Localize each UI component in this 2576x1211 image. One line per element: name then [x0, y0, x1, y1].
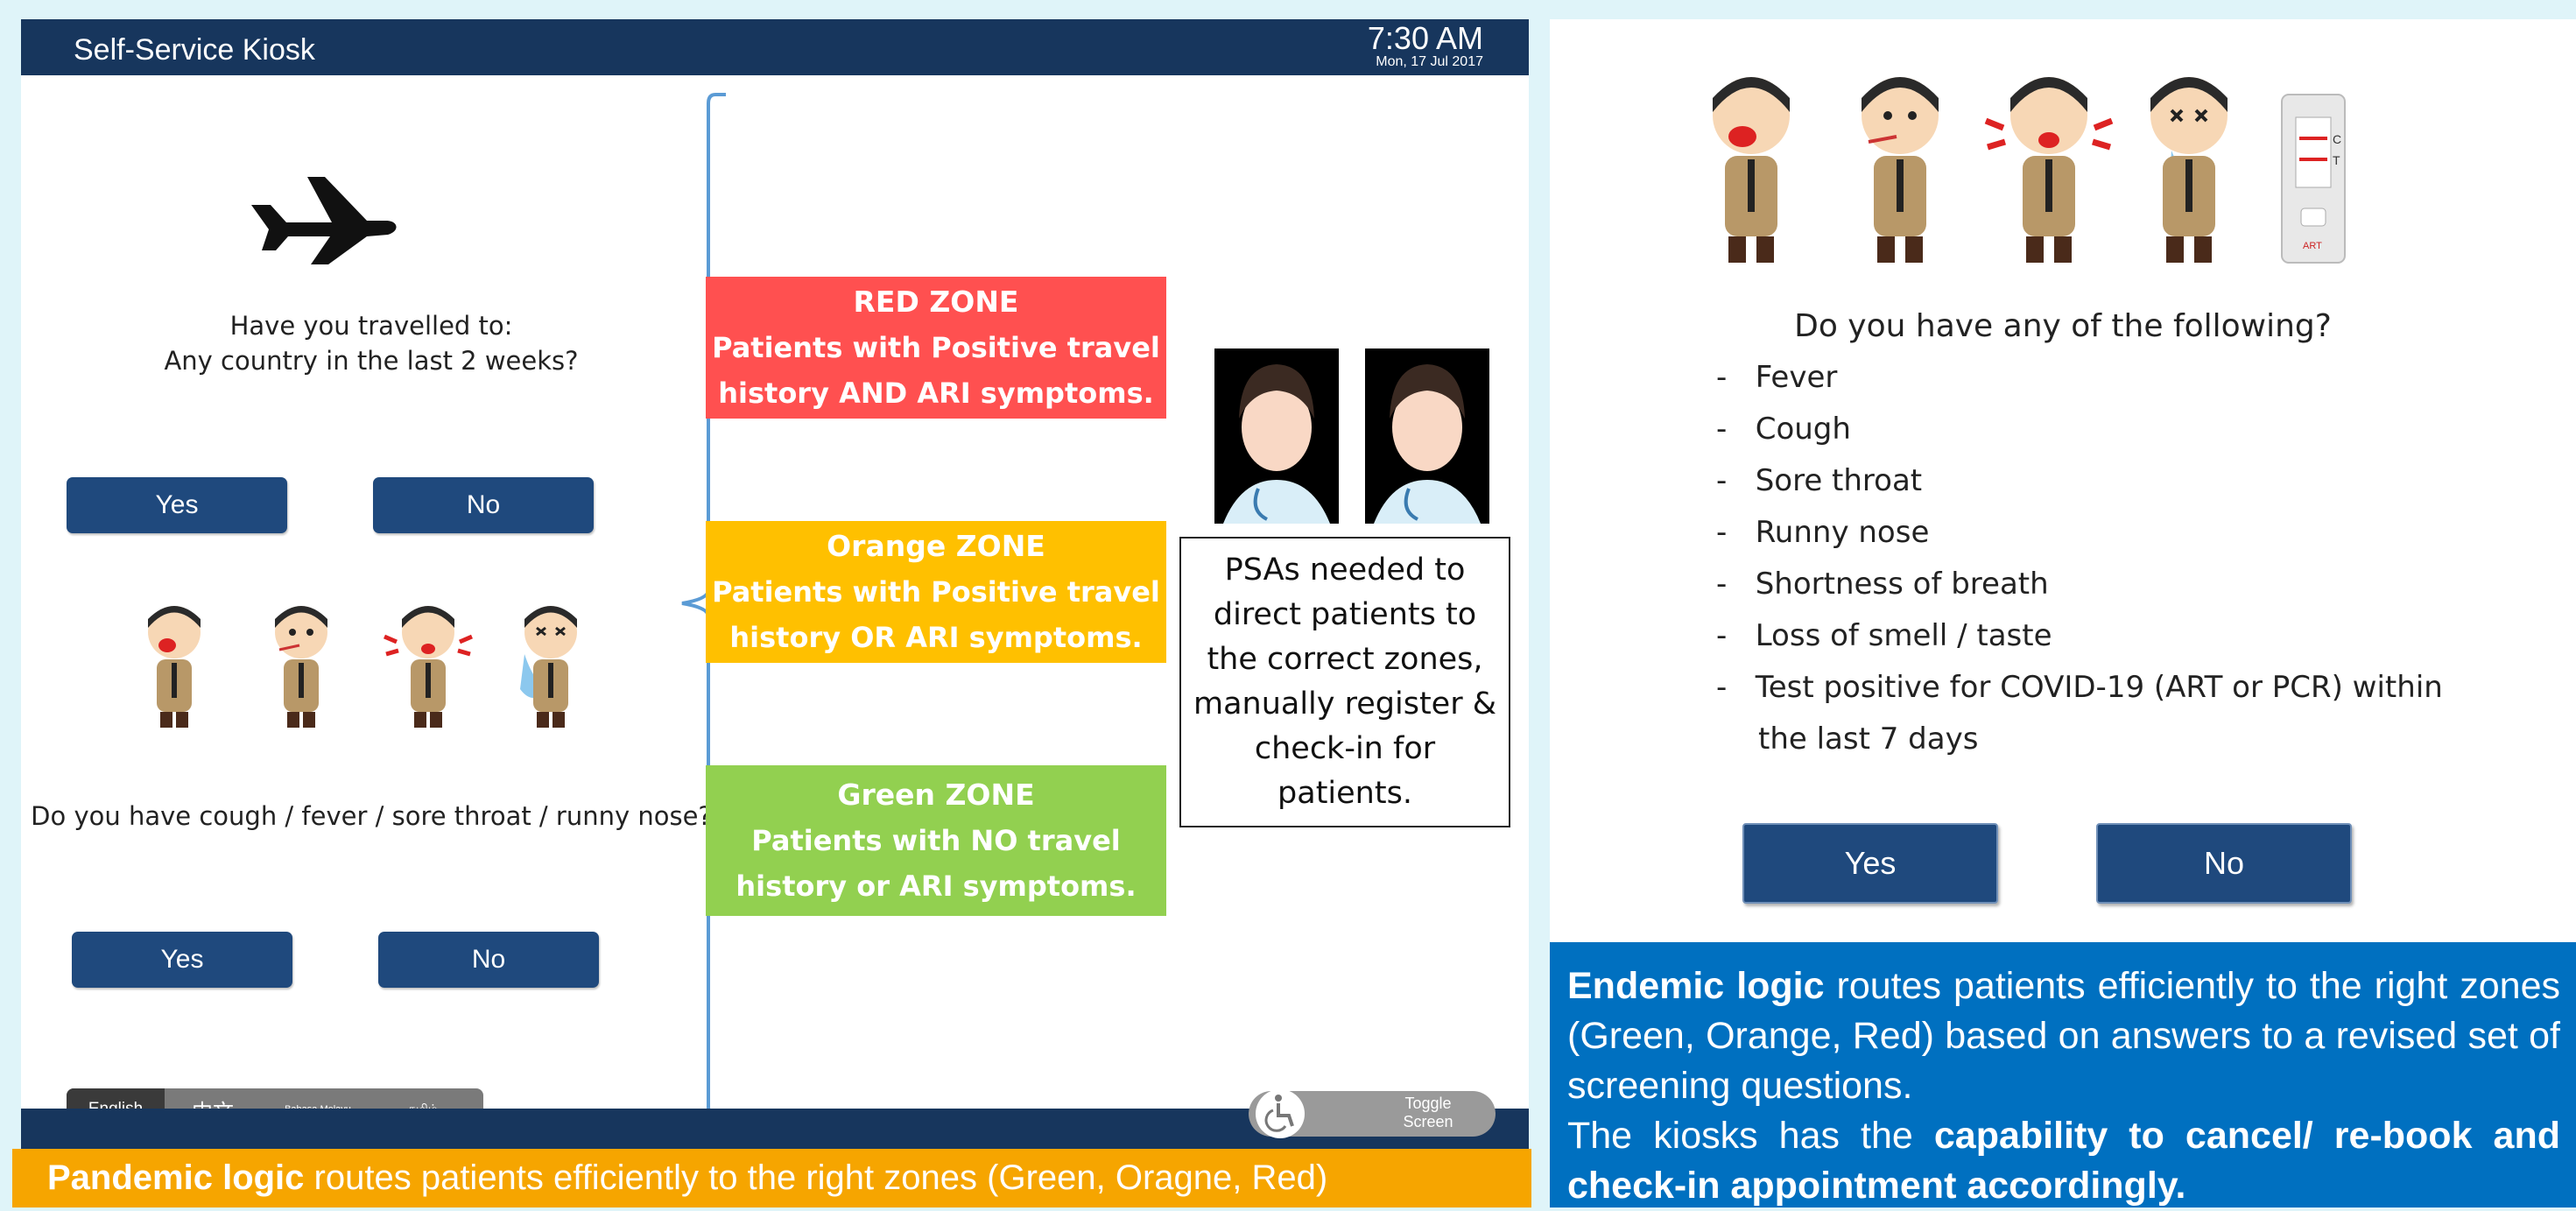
symptom-item: - Test positive for COVID-19 (ART or PCR… — [1716, 670, 2443, 705]
endemic-caption-para2: The kiosks has the capability to cancel/… — [1567, 1111, 2560, 1211]
symptom-question: Do you have cough / fever / sore throat … — [31, 801, 712, 831]
psa-note-line: the correct zones, — [1207, 642, 1483, 677]
pandemic-caption-bold: Pandemic logic — [47, 1158, 305, 1197]
thermometer-person-icon — [275, 606, 327, 728]
endemic-question: Do you have any of the following? — [1794, 308, 2332, 344]
red-zone: RED ZONE Patients with Positive travel h… — [706, 277, 1166, 419]
symptom-item: - Sore throat — [1716, 463, 1923, 498]
kiosk-screen: Self-Service Kiosk 7:30 AM Mon, 17 Jul 2… — [21, 19, 1529, 1149]
red-zone-line2: history AND ARI symptoms. — [718, 377, 1154, 410]
green-zone-line1: Patients with NO travel — [751, 824, 1121, 857]
symptom-item: - Runny nose — [1716, 515, 1930, 550]
psa-note-line: PSAs needed to — [1224, 553, 1466, 588]
psa-staff-avatars — [1214, 349, 1489, 524]
symptom-label: Sore throat — [1755, 463, 1923, 498]
toggle-screen-button[interactable]: Toggle Screen — [1249, 1089, 1496, 1138]
coughing-person-icon — [148, 606, 201, 728]
symptom-item: - Shortness of breath — [1716, 567, 2049, 602]
antigen-test-kit-icon: C T ART — [2281, 94, 2346, 264]
endemic-yes-button[interactable]: Yes — [1742, 823, 1998, 904]
symptom-illustrations-large: C T ART — [1713, 77, 2346, 264]
symptom-item: - Cough — [1716, 412, 1851, 447]
toggle-screen-label: Toggle Screen — [1362, 1095, 1494, 1131]
toggle-label-line1: Toggle — [1404, 1095, 1452, 1112]
endemic-no-button[interactable]: No — [2096, 823, 2352, 904]
orange-zone: Orange ZONE Patients with Positive trave… — [706, 521, 1166, 663]
symptom-label: Loss of smell / taste — [1755, 618, 2052, 653]
orange-zone-line1: Patients with Positive travel — [712, 575, 1160, 609]
endemic-kiosk-screen: C T ART Do you have any of the following… — [1550, 19, 2576, 942]
symptom-no-button[interactable]: No — [378, 932, 599, 988]
symptom-label: Fever — [1755, 360, 1838, 395]
toggle-label-line2: Screen — [1403, 1113, 1453, 1130]
travel-question-line1: Have you travelled to: — [229, 311, 513, 341]
kiosk-header: Self-Service Kiosk 7:30 AM Mon, 17 Jul 2… — [21, 19, 1529, 75]
kiosk-date: Mon, 17 Jul 2017 — [1376, 54, 1483, 69]
wheelchair-icon — [1256, 1089, 1305, 1138]
runny-nose-person-icon — [2150, 77, 2228, 263]
endemic-caption: Endemic logic routes patients efficientl… — [1550, 942, 2576, 1207]
red-zone-title: RED ZONE — [853, 285, 1019, 319]
travel-question-line2: Any country in the last 2 weeks? — [164, 346, 579, 376]
orange-zone-line2: history OR ARI symptoms. — [729, 621, 1143, 654]
psa-note-line: direct patients to — [1213, 597, 1477, 632]
green-zone-line2: history or ARI symptoms. — [735, 870, 1137, 903]
kiosk-title: Self-Service Kiosk — [74, 33, 315, 67]
travel-question: Have you travelled to: Any country in th… — [74, 308, 669, 378]
sore-throat-person-icon — [1984, 77, 2114, 263]
symptom-item: - Fever — [1716, 360, 1838, 395]
test-kit-art-label: ART — [2303, 241, 2322, 251]
pandemic-caption: Pandemic logic routes patients efficient… — [12, 1149, 1531, 1207]
symptom-label: Cough — [1755, 412, 1851, 447]
staff-avatar-icon — [1214, 349, 1339, 524]
staff-avatar-icon — [1365, 349, 1489, 524]
kiosk-time: 7:30 AM — [1367, 20, 1483, 56]
travel-no-button[interactable]: No — [373, 477, 594, 533]
red-zone-line1: Patients with Positive travel — [712, 331, 1160, 364]
symptom-item-continuation: the last 7 days — [1758, 722, 1979, 757]
green-zone-title: Green ZONE — [837, 778, 1035, 812]
endemic-caption-bold1: Endemic logic — [1567, 965, 1825, 1007]
travel-yes-button[interactable]: Yes — [67, 477, 287, 533]
endemic-caption-text2: The kiosks has the — [1567, 1115, 1934, 1157]
symptom-illustrations — [148, 606, 577, 728]
orange-zone-title: Orange ZONE — [827, 529, 1045, 563]
coughing-person-icon — [1713, 77, 1790, 263]
test-kit-c-label: C — [2333, 132, 2341, 146]
symptom-list: - Fever - Cough - Sore throat - Runny no… — [1716, 352, 2504, 765]
pandemic-caption-text: routes patients efficiently to the right… — [304, 1158, 1328, 1197]
psa-note-line: manually register & — [1193, 686, 1497, 722]
runny-nose-person-icon — [520, 606, 577, 728]
symptom-yes-button[interactable]: Yes — [72, 932, 292, 988]
test-kit-t-label: T — [2333, 153, 2340, 167]
psa-note-line: patients. — [1277, 776, 1412, 811]
symptom-label: Shortness of breath — [1755, 567, 2049, 602]
thermometer-person-icon — [1862, 77, 1939, 263]
airplane-icon — [251, 177, 397, 264]
psa-note-line: check-in for — [1254, 731, 1436, 766]
psa-note: PSAs needed to direct patients to the co… — [1179, 537, 1510, 827]
symptom-label: Runny nose — [1755, 515, 1930, 550]
symptom-label: Test positive for COVID-19 (ART or PCR) … — [1755, 670, 2443, 705]
endemic-caption-para1: Endemic logic routes patients efficientl… — [1567, 961, 2560, 1111]
symptom-item: - Loss of smell / taste — [1716, 618, 2052, 653]
sore-throat-person-icon — [384, 606, 473, 728]
green-zone: Green ZONE Patients with NO travel histo… — [706, 765, 1166, 916]
